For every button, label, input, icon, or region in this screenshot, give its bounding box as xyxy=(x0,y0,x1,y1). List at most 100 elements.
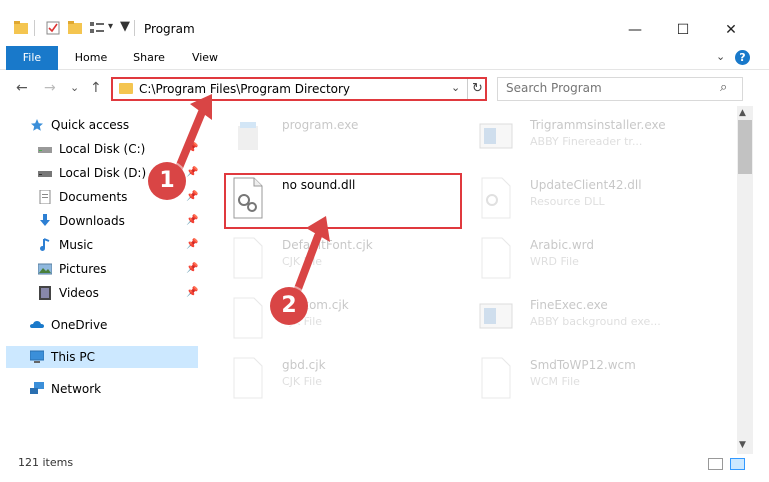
sidebar-item-label: Quick access xyxy=(51,118,130,132)
sidebar-item-label: Local Disk (D:) xyxy=(59,166,147,180)
folder-icon xyxy=(119,83,133,94)
details-view-icon[interactable] xyxy=(708,458,723,470)
address-bar[interactable]: C:\Program Files\Program Directory ⌄ ↻ xyxy=(111,77,487,101)
qa-pin-icon[interactable]: ▼ xyxy=(120,19,130,34)
videos-icon xyxy=(39,286,51,300)
file-item[interactable]: Trigrammsinstaller.exe ABBY Finereader t… xyxy=(464,108,704,164)
blank-file-icon xyxy=(233,357,263,399)
blank-file-icon xyxy=(481,357,511,399)
file-item[interactable]: gbd.cjk CJK File xyxy=(216,348,456,404)
tab-view[interactable]: View xyxy=(180,46,230,70)
file-item[interactable]: program.exe xyxy=(216,108,456,164)
sidebar-item-label: Local Disk (C:) xyxy=(59,142,146,156)
blank-file-icon xyxy=(233,297,263,339)
pin-icon[interactable]: 📌 xyxy=(186,210,198,232)
minimize-button[interactable]: — xyxy=(612,18,658,42)
file-item[interactable]: UpdateClient42.dll Resource DLL xyxy=(464,168,704,224)
pin-icon[interactable]: 📌 xyxy=(186,186,198,208)
sidebar-item-label: This PC xyxy=(51,350,95,364)
onedrive-icon xyxy=(30,321,44,328)
sidebar-item-pictures[interactable]: Pictures 📌 xyxy=(6,258,198,280)
file-name: program.exe xyxy=(282,118,359,132)
recent-locations-button[interactable]: ⌄ xyxy=(70,81,79,94)
sidebar-item-label: Pictures xyxy=(59,262,107,276)
expand-ribbon-icon[interactable]: ⌄ xyxy=(716,50,725,63)
back-button[interactable]: ← xyxy=(16,80,28,96)
search-icon[interactable]: ⌕ xyxy=(720,80,727,95)
file-description: Resource DLL xyxy=(530,195,605,208)
sidebar-item-music[interactable]: Music 📌 xyxy=(6,234,198,256)
sidebar-item-label: Network xyxy=(51,382,102,396)
file-description: WRD File xyxy=(530,255,579,268)
blank-file-icon xyxy=(481,237,511,279)
status-bar: 121 items xyxy=(0,450,769,482)
search-box[interactable]: ⌕ xyxy=(497,77,743,101)
file-description: ABBY Finereader tr... xyxy=(530,135,643,148)
file-item[interactable]: Custom.cjk CJK File xyxy=(216,288,456,344)
new-folder-icon[interactable] xyxy=(68,21,82,35)
ribbon-tabs: File Home Share View ⌄ ? xyxy=(0,46,769,70)
network-icon xyxy=(30,382,44,394)
scroll-thumb[interactable] xyxy=(738,120,752,174)
pin-icon[interactable]: 📌 xyxy=(186,282,198,304)
file-item[interactable]: DefaultFont.cjk CJK File xyxy=(216,228,456,284)
tab-share[interactable]: Share xyxy=(124,46,174,70)
help-icon[interactable]: ? xyxy=(735,50,750,65)
close-button[interactable]: ✕ xyxy=(708,18,754,42)
sidebar-item-downloads[interactable]: Downloads 📌 xyxy=(6,210,198,232)
large-icons-view-icon[interactable] xyxy=(730,458,745,470)
customize-toolbar-icon[interactable] xyxy=(90,21,106,35)
sidebar-item-onedrive[interactable]: OneDrive xyxy=(6,314,198,336)
file-description: CJK File xyxy=(282,375,323,388)
sidebar-item-local-disk-c[interactable]: Local Disk (C:) 📌 xyxy=(6,138,198,160)
sidebar-item-label: Videos xyxy=(59,286,99,300)
pictures-icon xyxy=(38,263,52,275)
exe-file-icon xyxy=(238,122,258,150)
file-description: WCM File xyxy=(530,375,580,388)
pin-icon[interactable]: 📌 xyxy=(186,258,198,280)
window-title: Program xyxy=(144,22,195,36)
file-name: SmdToWP12.wcm xyxy=(530,358,636,372)
file-list: program.exe Trigrammsinstaller.exe ABBY … xyxy=(208,104,736,450)
item-count: 121 items xyxy=(18,456,74,469)
pin-icon[interactable]: 📌 xyxy=(186,138,198,160)
blank-file-icon xyxy=(233,237,263,279)
sidebar-item-quick-access[interactable]: Quick access xyxy=(6,114,198,136)
qa-dropdown-icon[interactable]: ▾ xyxy=(108,21,113,32)
address-path[interactable]: C:\Program Files\Program Directory xyxy=(139,82,350,96)
file-item[interactable]: Arabic.wrd WRD File xyxy=(464,228,704,284)
pin-icon[interactable]: 📌 xyxy=(186,162,198,184)
file-name: Trigrammsinstaller.exe xyxy=(530,118,666,132)
pin-icon[interactable]: 📌 xyxy=(186,234,198,256)
file-item[interactable]: FineExec.exe ABBY background exe... xyxy=(464,288,704,344)
sidebar-item-this-pc[interactable]: This PC xyxy=(6,346,198,368)
folder-icon[interactable] xyxy=(14,21,28,35)
up-button[interactable]: ↑ xyxy=(90,80,102,96)
refresh-button[interactable]: ↻ xyxy=(467,79,487,99)
highlight-box xyxy=(224,173,462,229)
file-item[interactable]: SmdToWP12.wcm WCM File xyxy=(464,348,704,404)
star-icon xyxy=(31,119,43,131)
scroll-down-icon[interactable]: ▼ xyxy=(739,440,746,450)
vertical-scrollbar[interactable]: ▲ ▼ xyxy=(737,106,753,454)
sidebar-item-label: Music xyxy=(59,238,94,252)
sidebar-item-network[interactable]: Network xyxy=(6,378,198,400)
scroll-up-icon[interactable]: ▲ xyxy=(739,108,746,118)
sidebar-item-label: OneDrive xyxy=(51,318,108,332)
tab-file[interactable]: File xyxy=(6,46,58,70)
forward-button[interactable]: → xyxy=(44,80,56,96)
callout-step-1: 1 xyxy=(148,162,186,200)
sidebar-item-label: Downloads xyxy=(59,214,125,228)
tab-home[interactable]: Home xyxy=(66,46,116,70)
file-description: CJK File xyxy=(282,255,323,268)
sidebar-item-label: Documents xyxy=(59,190,128,204)
title-bar: ▾ ▼ Program — ☐ ✕ xyxy=(0,0,769,44)
maximize-button[interactable]: ☐ xyxy=(660,18,706,42)
sidebar-item-videos[interactable]: Videos 📌 xyxy=(6,282,198,304)
navigation-pane: Quick access Local Disk (C:) 📌 Local Dis… xyxy=(0,110,204,450)
address-dropdown-icon[interactable]: ⌄ xyxy=(451,81,460,94)
exe-file-icon xyxy=(479,303,513,329)
properties-icon[interactable] xyxy=(46,21,60,35)
search-input[interactable] xyxy=(506,81,706,95)
file-name: FineExec.exe xyxy=(530,298,608,312)
